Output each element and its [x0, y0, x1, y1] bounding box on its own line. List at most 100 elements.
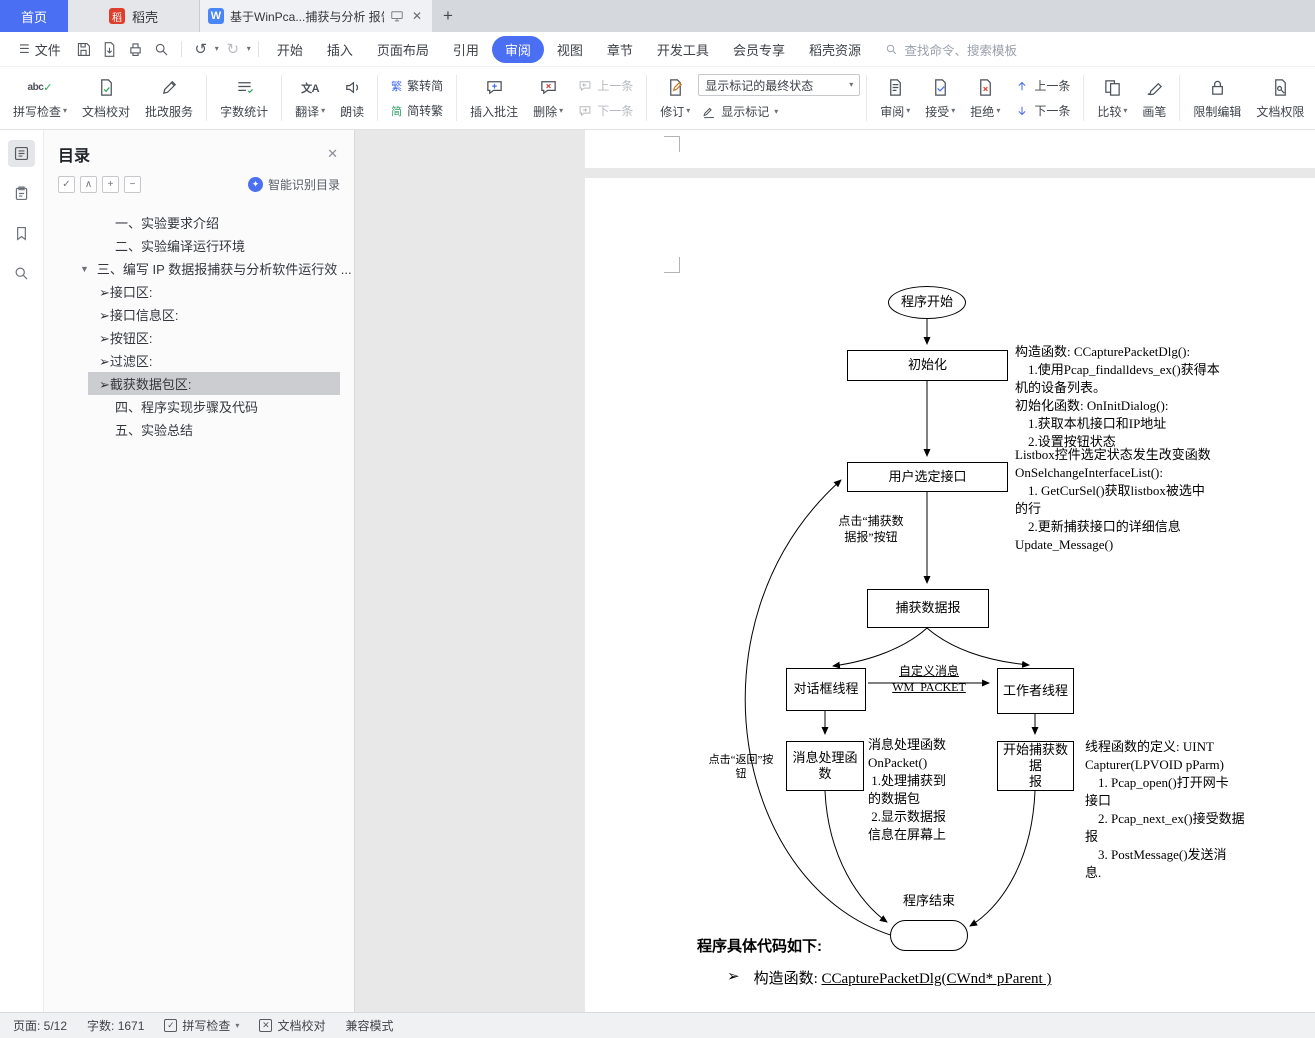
outline-panel-button[interactable]: [8, 140, 35, 167]
note-onpacket: 消息处理函数 OnPacket() 1.处理捕获到 的数据包 2.显示数据报 信…: [868, 737, 947, 842]
tab-review[interactable]: 审阅: [491, 35, 544, 63]
divider: [1083, 75, 1085, 121]
spell-check-button[interactable]: abc ✓ 拼写检查 ▾: [6, 70, 74, 126]
undo-caret-icon[interactable]: ▾: [215, 45, 219, 53]
trad-to-simp-button[interactable]: 繁繁转简: [387, 75, 447, 96]
page-5[interactable]: 程序开始 初始化 构造函数: CCapturePacketDlg(): 1.使用…: [585, 178, 1315, 1012]
show-markup-button[interactable]: 显示标记 ▾: [698, 101, 860, 122]
bookmark-panel-button[interactable]: [8, 220, 35, 247]
redo-caret-icon[interactable]: ▾: [247, 45, 251, 53]
export-button[interactable]: [98, 37, 122, 61]
delete-comment-button[interactable]: 删除 ▾: [526, 70, 570, 126]
chevron-down-icon: ▾: [951, 106, 956, 115]
divider: [206, 75, 208, 121]
insert-comment-button[interactable]: 插入批注: [463, 70, 525, 126]
toc-item-3[interactable]: ▼ 三、编写 IP 数据报捕获与分析软件运行效 ...: [44, 257, 354, 280]
toc-item-buttons[interactable]: ➢按钮区:: [44, 326, 354, 349]
tab-references[interactable]: 引用: [442, 35, 490, 64]
prev-comment-button[interactable]: 上一条: [574, 75, 637, 96]
toc-item-interface-info[interactable]: ➢接口信息区:: [44, 303, 354, 326]
window-tab-bar: 首页 稻 稻壳 W 基于WinPca...捕获与分析 报告 ✕ +: [0, 0, 1315, 32]
print-button[interactable]: [124, 37, 148, 61]
compare-button[interactable]: 比较 ▾: [1090, 70, 1134, 126]
doc-proof-status[interactable]: ✕ 文档校对: [259, 1017, 325, 1034]
toc-item-2[interactable]: 二、实验编译运行环境: [44, 234, 354, 257]
tab-daoke-resources[interactable]: 稻壳资源: [798, 35, 872, 64]
reject-button[interactable]: 拒绝 ▾: [963, 70, 1007, 126]
expand-plus-icon[interactable]: +: [102, 176, 119, 193]
markup-state-dropdown[interactable]: 显示标记的最终状态 ▾: [698, 74, 861, 96]
tab-start[interactable]: 开始: [266, 35, 314, 64]
home-tab[interactable]: 首页: [0, 0, 68, 32]
spell-check-status[interactable]: ✓ 拼写检查 ▾: [164, 1017, 239, 1034]
simp-to-trad-button[interactable]: 简简转繁: [387, 100, 447, 121]
document-tab[interactable]: W 基于WinPca...捕获与分析 报告 ✕: [200, 0, 432, 32]
restrict-edit-button[interactable]: 限制编辑: [1186, 70, 1248, 126]
smart-toc-button[interactable]: ✦ 智能识别目录: [247, 176, 340, 193]
toc-item-filter[interactable]: ➢过滤区:: [44, 349, 354, 372]
daoke-tab[interactable]: 稻 稻壳: [68, 0, 200, 32]
end-label: 程序结束: [902, 893, 955, 908]
search-panel-button[interactable]: [8, 260, 35, 287]
read-aloud-button[interactable]: 朗读: [333, 70, 371, 126]
chevron-down-icon: ▾: [849, 80, 854, 89]
divider: [281, 75, 283, 121]
doc-proof-button[interactable]: 文档校对: [75, 70, 137, 126]
toc-item-5[interactable]: 五、实验总结: [44, 418, 354, 441]
save-button[interactable]: [72, 37, 96, 61]
new-tab-button[interactable]: +: [432, 0, 464, 32]
divider: [1179, 75, 1181, 121]
toc-checkbox-icon[interactable]: ✓: [58, 176, 75, 193]
code-intro-text: 程序具体代码如下:: [697, 938, 822, 955]
review-ribbon: abc ✓ 拼写检查 ▾ 文档校对 批改服务 字数统计 文A 翻译 ▾ 朗读 繁繁转简…: [0, 66, 1315, 130]
translate-button[interactable]: 文A 翻译 ▾: [288, 70, 332, 126]
daoke-logo-icon: 稻: [108, 8, 125, 24]
correction-service-button[interactable]: 批改服务: [138, 70, 200, 126]
bookmark-icon: [17, 226, 26, 241]
command-search-input[interactable]: 查找命令、搜索模板: [885, 40, 1017, 59]
word-count-indicator[interactable]: 字数: 1671: [87, 1017, 144, 1034]
ink-button[interactable]: 画笔: [1135, 70, 1173, 126]
msg-handler-box: 消息处理函数: [786, 741, 864, 791]
word-count-button[interactable]: 字数统计: [213, 70, 275, 126]
close-tab-icon[interactable]: ✕: [410, 9, 424, 23]
chevron-down-icon[interactable]: ▼: [80, 264, 89, 274]
collapse-all-icon[interactable]: ∧: [80, 176, 97, 193]
tab-page-layout[interactable]: 页面布局: [366, 35, 440, 64]
chevron-down-icon: ▾: [686, 106, 691, 115]
tab-dev-tools[interactable]: 开发工具: [646, 35, 720, 64]
file-menu[interactable]: ☰ 文件: [10, 40, 70, 59]
bullet-code: CCapturePacketDlg(CWnd* pParent ): [821, 971, 1052, 987]
document-canvas[interactable]: 程序开始 初始化 构造函数: CCapturePacketDlg(): 1.使用…: [355, 130, 1315, 1012]
collapse-minus-icon[interactable]: −: [124, 176, 141, 193]
print-preview-button[interactable]: [150, 37, 174, 61]
track-changes-button[interactable]: 修订 ▾: [653, 70, 697, 126]
prev-change-button[interactable]: 上一条: [1011, 75, 1074, 96]
next-comment-button[interactable]: 下一条: [574, 100, 637, 121]
accept-button[interactable]: 接受 ▾: [918, 70, 962, 126]
compat-mode-indicator[interactable]: 兼容模式: [345, 1017, 393, 1034]
bullet-marker-icon: ➢: [727, 969, 740, 985]
arrow-down-icon: [1018, 106, 1026, 115]
chevron-down-icon: ▾: [63, 106, 68, 115]
start-capture-box: 开始捕获数据 报: [997, 741, 1074, 791]
task-panel-button[interactable]: [8, 180, 35, 207]
chevron-down-icon: ▾: [559, 106, 564, 115]
monitor-icon[interactable]: [390, 9, 404, 23]
toc-item-interface[interactable]: ➢接口区:: [44, 280, 354, 303]
tab-section[interactable]: 章节: [596, 35, 644, 64]
doc-permission-button[interactable]: 文档权限: [1249, 70, 1311, 126]
toc-item-capture-area[interactable]: ➢截获数据包区:: [88, 372, 340, 395]
tab-insert[interactable]: 插入: [316, 35, 364, 64]
next-change-button[interactable]: 下一条: [1011, 100, 1074, 121]
page-indicator[interactable]: 页面: 5/12: [13, 1017, 67, 1034]
toc-item-1[interactable]: 一、实验要求介绍: [44, 211, 354, 234]
toc-item-4[interactable]: 四、程序实现步骤及代码: [44, 395, 354, 418]
undo-button[interactable]: ↺: [189, 37, 213, 61]
tab-member[interactable]: 会员专享: [722, 35, 796, 64]
tab-view[interactable]: 视图: [546, 35, 594, 64]
redo-button[interactable]: ↻: [221, 37, 245, 61]
writer-logo-icon: W: [208, 8, 224, 24]
review-pane-button[interactable]: 审阅 ▾: [873, 70, 917, 126]
close-pane-icon[interactable]: ✕: [327, 146, 338, 162]
